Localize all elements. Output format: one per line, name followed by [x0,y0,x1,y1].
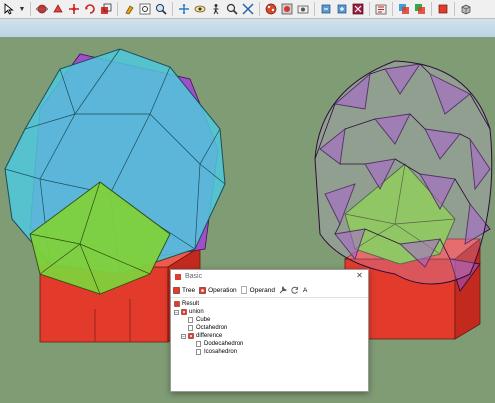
operand-button-label: Operand [249,286,275,294]
tree-row-octahedron[interactable]: Octahedron [174,324,368,332]
scale-icon[interactable] [99,2,113,16]
pan-icon[interactable] [177,2,191,16]
walk-icon[interactable] [209,2,223,16]
toolbar-separator [117,2,118,16]
close-icon[interactable]: ✕ [355,271,364,280]
dropdown-arrow-icon[interactable]: ▼ [18,2,26,16]
toolbar-separator [172,2,173,16]
zoom-window-icon[interactable] [154,2,168,16]
materials-icon[interactable] [459,2,473,16]
collapse-toggle-icon[interactable]: − [181,333,186,339]
export-icon[interactable] [335,2,349,16]
display-section-icon[interactable] [280,2,294,16]
solid-tools-icon[interactable] [351,2,365,16]
move-icon[interactable] [67,2,81,16]
operand-leaf-icon [196,349,201,355]
toolbar-separator [392,2,393,16]
operand-leaf-icon [196,341,201,347]
toolbar-separator [259,2,260,16]
section-icon[interactable] [264,2,278,16]
tree-label-dodecahedron: Dodecahedron [204,341,244,347]
text-tool-glyph: A [302,286,308,294]
orbit-icon[interactable] [35,2,49,16]
zoom-fit-icon[interactable] [241,2,255,16]
boolean-tree-dialog: Basic ✕ Tree Operation Operand A Result [170,269,369,392]
tree-label-difference: difference [196,333,223,339]
wrench-icon[interactable] [279,286,287,294]
tree-row-result[interactable]: Result [174,300,368,308]
operand-leaf-icon [188,325,193,331]
intersect-icon[interactable] [397,2,411,16]
camera-icon[interactable] [296,2,310,16]
tree-button-label: Tree [182,286,196,294]
dialog-toolbar: Tree Operation Operand A [171,283,368,298]
operand-icon [240,286,247,294]
toolbar-separator [314,2,315,16]
operation-tree: Result − union Cube Octahedron − differe… [171,298,368,356]
difference-op-icon [188,333,194,339]
paint-icon[interactable] [122,2,136,16]
zoom-extents-icon[interactable] [138,2,152,16]
tree-row-dodecahedron[interactable]: Dodecahedron [174,340,368,348]
union-icon[interactable] [413,2,427,16]
tree-label-octahedron: Octahedron [196,325,228,331]
toolbar-separator [30,2,31,16]
union-op-icon [181,309,187,315]
import-icon[interactable] [319,2,333,16]
tree-row-icosahedron[interactable]: Icosahedron [174,348,368,356]
component-icon[interactable] [436,2,450,16]
tree-row-difference[interactable]: − difference [174,332,368,340]
operand-button[interactable]: Operand [240,286,275,294]
look-around-icon[interactable] [193,2,207,16]
result-cube-icon [174,301,180,307]
outer-shell-icon[interactable] [374,2,388,16]
main-toolbar: ▼ [0,0,495,19]
tree-button[interactable]: Tree [173,286,195,294]
dialog-titlebar[interactable]: Basic ✕ [171,270,368,283]
tree-label-cube: Cube [196,317,211,323]
tree-cube-icon [173,287,180,294]
toolbar-separator [431,2,432,16]
toolbar-separator [454,2,455,16]
operand-leaf-icon [188,317,193,323]
tree-label-result: Result [182,301,200,307]
toolbar-separator [369,2,370,16]
select-arrow-icon[interactable] [2,2,16,16]
refresh-icon[interactable] [291,286,299,294]
tree-label-icosahedron: Icosahedron [204,349,238,355]
operation-button[interactable]: Operation [199,286,237,294]
tree-row-cube[interactable]: Cube [174,316,368,324]
orbit-red-icon[interactable] [51,2,65,16]
rotate-icon[interactable] [83,2,97,16]
operation-button-label: Operation [208,286,237,294]
app-cube-icon [175,273,181,280]
collapse-toggle-icon[interactable]: − [174,309,179,315]
operation-icon [199,287,206,294]
zoom-icon[interactable] [225,2,239,16]
text-tool-button[interactable]: A [303,287,307,294]
dialog-title: Basic [185,273,203,280]
tree-label-union: union [189,309,204,315]
tree-row-union[interactable]: − union [174,308,368,316]
